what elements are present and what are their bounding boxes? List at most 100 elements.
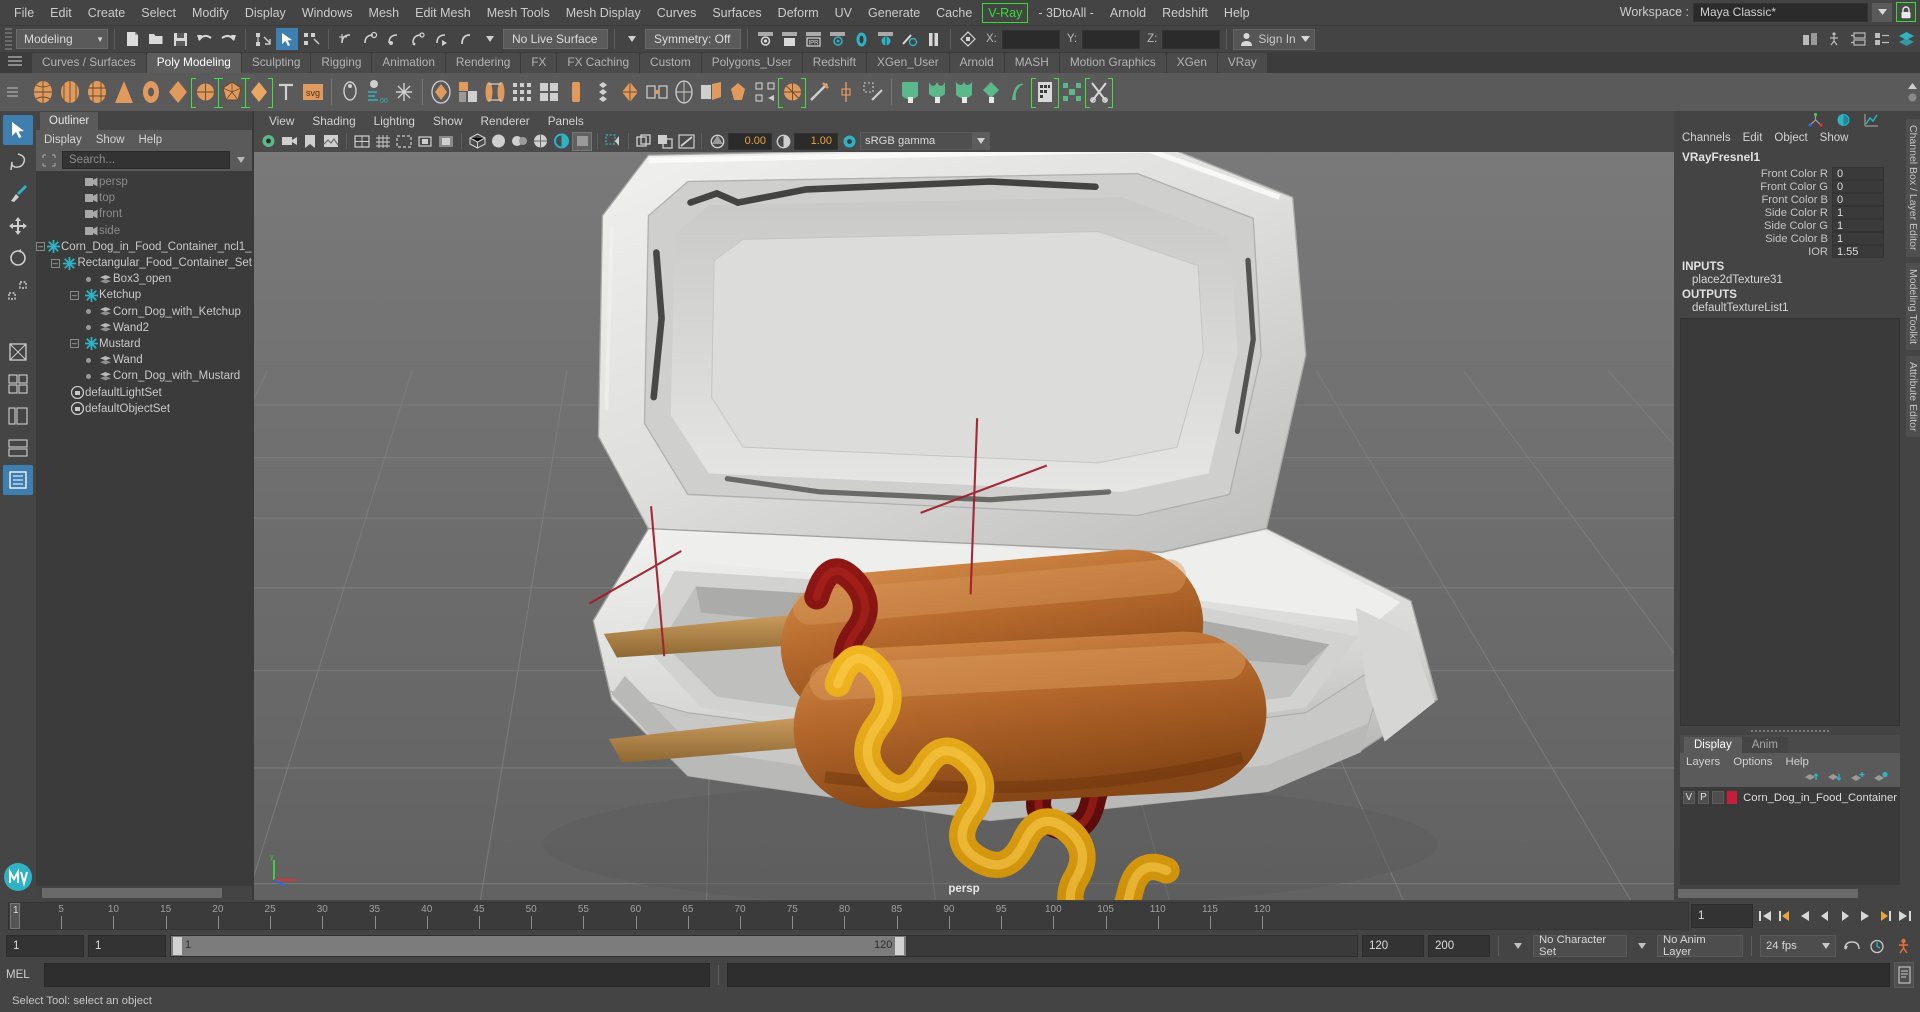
- reduce-icon[interactable]: [617, 77, 643, 107]
- range-handle-left[interactable]: [173, 937, 182, 955]
- outliner-search-input[interactable]: Search...: [62, 151, 230, 169]
- step-back-frame-icon[interactable]: [1795, 905, 1814, 927]
- live-surface-field[interactable]: No Live Surface: [503, 29, 608, 49]
- layer-list[interactable]: V P Corn_Dog_in_Food_Container: [1680, 787, 1900, 885]
- outliner-item-front[interactable]: front: [36, 206, 252, 222]
- menu-item-file[interactable]: File: [6, 3, 42, 23]
- image-plane-icon[interactable]: [321, 132, 341, 151]
- graph-editor-icon[interactable]: [1860, 109, 1882, 131]
- workspace-combo[interactable]: Maya Classic*: [1693, 2, 1868, 22]
- poly-cone-icon[interactable]: [111, 77, 137, 107]
- select-camera-icon[interactable]: [258, 132, 278, 151]
- snap-options-arrow[interactable]: [479, 28, 501, 50]
- ao-icon[interactable]: [655, 132, 675, 151]
- channelbox-menu-show[interactable]: Show: [1820, 132, 1849, 144]
- redo-icon[interactable]: [217, 28, 239, 50]
- gamma-icon[interactable]: [773, 132, 793, 151]
- select-tool-icon[interactable]: [3, 115, 33, 145]
- show-hide-icon-2[interactable]: [1823, 28, 1845, 50]
- channelbox-attribute-label[interactable]: Front Color B: [1761, 194, 1828, 206]
- go-to-start-icon[interactable]: [1755, 905, 1774, 927]
- poly-sphere-icon[interactable]: [30, 77, 56, 107]
- layout-single-icon[interactable]: [3, 337, 33, 367]
- outliner-menu-display[interactable]: Display: [44, 134, 82, 146]
- outliner-item-defaultobjectset[interactable]: defaultObjectSet: [36, 401, 252, 417]
- layers-icon[interactable]: [1895, 28, 1917, 50]
- poly-platonic-icon[interactable]: [218, 77, 246, 108]
- channelbox-toggle-icon[interactable]: [1832, 109, 1854, 131]
- channelbox-attribute-value[interactable]: 1: [1832, 206, 1884, 219]
- multi-cut-icon[interactable]: [509, 77, 535, 107]
- new-layer-icon[interactable]: [1873, 771, 1888, 786]
- menu-item-uv[interactable]: UV: [827, 3, 860, 23]
- panel-splitter[interactable]: [1674, 726, 1906, 735]
- menu-item-mesh-display[interactable]: Mesh Display: [558, 3, 649, 23]
- layer-editor-hscrollbar[interactable]: [1674, 887, 1906, 900]
- sign-in-button[interactable]: Sign In: [1233, 28, 1315, 50]
- menu-item-surfaces[interactable]: Surfaces: [704, 3, 769, 23]
- connect-icon[interactable]: [778, 77, 806, 108]
- channelbox-attribute-value[interactable]: 1: [1832, 219, 1884, 232]
- grid-toggle-icon[interactable]: [373, 132, 393, 151]
- shelf-tab-xgen[interactable]: XGen: [1166, 53, 1217, 73]
- outliner-item-ketchup[interactable]: – Ketchup: [36, 287, 252, 303]
- layout-persp-graph-icon[interactable]: [3, 433, 33, 463]
- smooth-shade-selected-icon[interactable]: [509, 132, 529, 151]
- open-scene-icon[interactable]: [145, 28, 167, 50]
- sculpt-pinch-icon[interactable]: [978, 77, 1004, 107]
- motion-blur-icon[interactable]: [676, 132, 696, 151]
- channelbox-menu-object[interactable]: Object: [1774, 132, 1807, 144]
- sculpt-relax-icon[interactable]: [951, 77, 977, 107]
- shelf-scroll-arrows[interactable]: [1906, 75, 1918, 109]
- sculpt-grab-icon[interactable]: [897, 77, 923, 107]
- sculpt-flatten-icon[interactable]: [1005, 77, 1031, 107]
- channelbox-input-item[interactable]: place2dTexture31: [1674, 274, 1906, 286]
- outliner-expand-toggle[interactable]: –: [70, 290, 79, 300]
- shelf-tab-animation[interactable]: Animation: [372, 53, 445, 73]
- outliner-item-corn-dog-with-ketchup[interactable]: Corn_Dog_with_Ketchup: [36, 304, 252, 320]
- auto-key-icon[interactable]: [1840, 935, 1862, 957]
- wireframe-icon[interactable]: [467, 132, 487, 151]
- viewport-menu-show[interactable]: Show: [424, 113, 472, 129]
- fps-combo[interactable]: 24 fps: [1760, 935, 1836, 957]
- outliner-expand-toggle[interactable]: –: [36, 242, 45, 252]
- pause-render-icon[interactable]: [922, 28, 944, 50]
- menu-item-edit-mesh[interactable]: Edit Mesh: [407, 3, 479, 23]
- symmetry-field[interactable]: Symmetry: Off: [645, 29, 741, 49]
- menu-item-cache[interactable]: Cache: [928, 3, 980, 23]
- channelbox-attribute-value[interactable]: 1.55: [1832, 245, 1884, 258]
- range-start-field[interactable]: 1: [6, 935, 84, 957]
- shelf-tab-poly-modeling[interactable]: Poly Modeling: [146, 53, 241, 73]
- script-editor-icon[interactable]: [1894, 962, 1914, 988]
- outliner-item-side[interactable]: side: [36, 223, 252, 239]
- outliner-menu-show[interactable]: Show: [96, 134, 125, 146]
- menu-item-mesh[interactable]: Mesh: [361, 3, 408, 23]
- outliner-item-box3-open[interactable]: Box3_open: [36, 271, 252, 287]
- input-field-mode-icon[interactable]: [957, 28, 979, 50]
- snap-projected-icon[interactable]: [407, 28, 429, 50]
- step-forward-frame-icon[interactable]: [1855, 905, 1874, 927]
- outliner-item-persp[interactable]: persp: [36, 174, 252, 190]
- shelf-tab-redshift[interactable]: Redshift: [802, 53, 866, 73]
- wireframe-on-shaded-icon[interactable]: [530, 132, 550, 151]
- channelbox-output-item[interactable]: defaultTextureList1: [1674, 302, 1906, 314]
- poly-cube-icon[interactable]: [57, 77, 83, 107]
- outliner-item-wand[interactable]: Wand: [36, 352, 252, 368]
- viewport-menu-panels[interactable]: Panels: [539, 113, 593, 129]
- move-layer-up-icon[interactable]: [1804, 771, 1819, 786]
- time-slider[interactable]: 1 5 10 15 20 25 30 35 40 45 50 55 60 65 70 75 80 85 90 95 1…: [8, 902, 1689, 930]
- shelf-tab-mash[interactable]: MASH: [1004, 53, 1059, 73]
- uv-cut-icon[interactable]: [1085, 77, 1113, 108]
- menuset-selector[interactable]: Modeling ▼: [16, 29, 108, 49]
- circularize-icon[interactable]: [671, 77, 697, 107]
- layer-tab-anim[interactable]: Anim: [1741, 737, 1788, 753]
- outliner-hscrollbar[interactable]: [36, 886, 252, 900]
- play-backwards-icon[interactable]: [1815, 905, 1834, 927]
- layer-visibility-toggle[interactable]: V: [1683, 791, 1695, 804]
- xray-icon[interactable]: [603, 132, 623, 151]
- quad-draw-icon[interactable]: [536, 77, 562, 107]
- layer-shading-toggle[interactable]: [1712, 791, 1724, 804]
- axis-x-field[interactable]: [1001, 29, 1060, 49]
- select-by-object-icon[interactable]: [276, 28, 298, 50]
- undo-icon[interactable]: [193, 28, 215, 50]
